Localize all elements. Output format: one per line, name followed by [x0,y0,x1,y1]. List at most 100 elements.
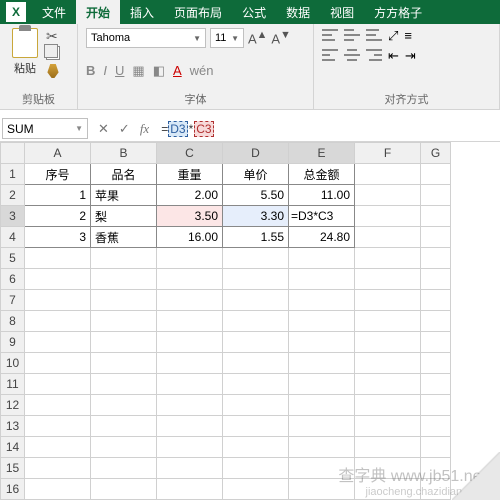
format-painter-icon[interactable] [46,64,60,78]
cell[interactable] [223,437,289,458]
cell[interactable] [157,290,223,311]
cut-icon[interactable]: ✂ [46,28,62,42]
cell[interactable] [25,269,91,290]
cell[interactable]: 苹果 [91,185,157,206]
col-header[interactable]: G [421,143,451,164]
cell[interactable] [355,395,421,416]
cell[interactable] [25,479,91,500]
row-header[interactable]: 6 [1,269,25,290]
select-all-corner[interactable] [1,143,25,164]
cell[interactable]: 1 [25,185,91,206]
cell[interactable] [91,290,157,311]
font-size-combo[interactable]: 11▼ [210,28,244,48]
cell[interactable] [421,416,451,437]
cell[interactable] [355,353,421,374]
row-header[interactable]: 13 [1,416,25,437]
cell[interactable] [421,185,451,206]
cell[interactable] [91,416,157,437]
name-box[interactable]: SUM▼ [2,118,88,139]
font-name-combo[interactable]: Tahoma▼ [86,28,206,48]
cell[interactable] [355,185,421,206]
cell[interactable] [223,290,289,311]
cell[interactable]: 24.80 [289,227,355,248]
align-bottom-icon[interactable] [366,28,382,42]
cell-c3-ref[interactable]: 3.50 [157,206,223,227]
cell[interactable] [25,332,91,353]
cell[interactable] [355,164,421,185]
copy-icon[interactable] [46,46,60,60]
cell-e3-active[interactable]: =D3*C3 [289,206,355,227]
cell[interactable] [25,458,91,479]
row-header[interactable]: 4 [1,227,25,248]
cell[interactable] [157,437,223,458]
cell[interactable] [289,416,355,437]
col-header[interactable]: D [223,143,289,164]
cell[interactable] [157,416,223,437]
cell[interactable] [157,248,223,269]
cell[interactable] [223,269,289,290]
row-header[interactable]: 14 [1,437,25,458]
cell[interactable] [355,290,421,311]
row-header[interactable]: 11 [1,374,25,395]
cell[interactable] [421,458,451,479]
row-header[interactable]: 2 [1,185,25,206]
spreadsheet-grid[interactable]: A B C D E F G 1 序号 品名 重量 单价 总金额 2 1 苹果 2… [0,142,500,500]
row-header[interactable]: 1 [1,164,25,185]
cell[interactable] [289,458,355,479]
insert-function-icon[interactable]: fx [140,121,149,137]
cell[interactable] [289,311,355,332]
row-header[interactable]: 3 [1,206,25,227]
col-header[interactable]: F [355,143,421,164]
cell[interactable] [421,332,451,353]
cell[interactable] [223,248,289,269]
cell[interactable] [157,353,223,374]
cell[interactable] [355,332,421,353]
borders-button[interactable]: ▦ [132,63,144,79]
cell[interactable] [91,311,157,332]
increase-indent-icon[interactable]: ⇥ [405,48,416,64]
orientation-icon[interactable]: ⤢ [388,28,398,44]
row-header[interactable]: 10 [1,353,25,374]
cell[interactable] [157,374,223,395]
cell[interactable] [289,353,355,374]
cell[interactable] [289,374,355,395]
cell[interactable]: 16.00 [157,227,223,248]
cell[interactable] [289,290,355,311]
wrap-text-button[interactable]: ≡ [404,28,412,44]
tab-insert[interactable]: 插入 [120,0,164,24]
tab-grid-addon[interactable]: 方方格子 [364,0,432,24]
tab-formulas[interactable]: 公式 [232,0,276,24]
cell-d3-ref[interactable]: 3.30 [223,206,289,227]
cell[interactable] [421,479,451,500]
grow-font-icon[interactable]: A▲ [248,29,267,46]
tab-view[interactable]: 视图 [320,0,364,24]
paste-button[interactable]: 粘贴 [8,28,42,78]
cell[interactable] [91,332,157,353]
cell[interactable] [25,311,91,332]
cell[interactable] [91,269,157,290]
align-top-icon[interactable] [322,28,338,42]
cell[interactable]: 单价 [223,164,289,185]
cell[interactable] [355,458,421,479]
cell[interactable] [25,290,91,311]
cell[interactable]: 2 [25,206,91,227]
cell[interactable] [223,374,289,395]
cell[interactable] [25,437,91,458]
cell[interactable] [223,353,289,374]
cell[interactable] [223,416,289,437]
cell[interactable] [223,395,289,416]
align-middle-icon[interactable] [344,28,360,42]
cell[interactable] [25,248,91,269]
cell[interactable]: 梨 [91,206,157,227]
cell[interactable] [289,437,355,458]
tab-data[interactable]: 数据 [276,0,320,24]
cell[interactable] [91,353,157,374]
cell[interactable]: 1.55 [223,227,289,248]
cell[interactable] [421,395,451,416]
cell[interactable] [91,437,157,458]
align-left-icon[interactable] [322,48,338,62]
fill-color-button[interactable]: ◧ [153,63,165,79]
cell[interactable]: 3 [25,227,91,248]
row-header[interactable]: 8 [1,311,25,332]
cell[interactable] [289,269,355,290]
